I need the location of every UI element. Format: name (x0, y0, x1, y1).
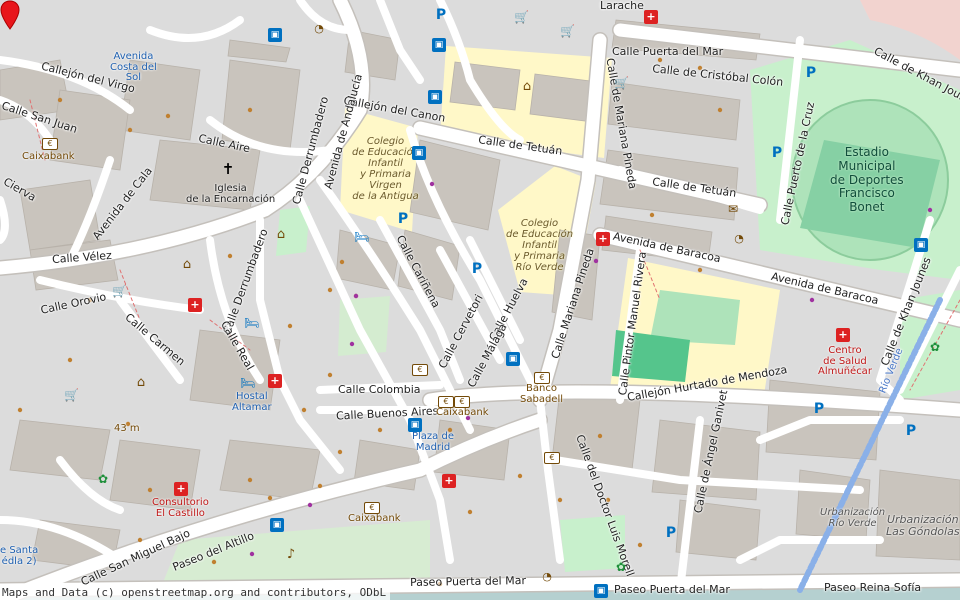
poi-plaza-madrid: Plaza de Madrid (412, 431, 454, 453)
shop-icon[interactable]: 🛒 (614, 76, 629, 90)
parking-icon[interactable]: P (664, 526, 678, 540)
bus-stop-icon[interactable]: ▣ (594, 584, 608, 598)
museum-icon[interactable]: ⌂ (520, 80, 534, 94)
poi-hostal-altamar: Hostal Altamar (232, 391, 272, 413)
bank-icon[interactable]: € (544, 452, 560, 464)
map-attribution[interactable]: Maps and Data (c) openstreetmap.org and … (0, 585, 391, 600)
elevation-label: 43 m (114, 423, 140, 434)
street-label: Calle Colombia (338, 383, 421, 396)
museum-icon[interactable]: ⌂ (134, 376, 148, 390)
bank-icon[interactable]: € (438, 396, 454, 408)
poi-urbanizacion-rioverde: Urbanización Río Verde (820, 507, 886, 529)
bank-icon[interactable]: € (454, 396, 470, 408)
hospital-icon[interactable]: + (174, 482, 188, 496)
post-office-icon[interactable]: ✉ (726, 202, 740, 216)
bank-icon[interactable]: € (412, 364, 428, 376)
location-pin-icon[interactable] (0, 0, 20, 30)
museum-icon[interactable]: ⌂ (180, 258, 194, 272)
poi-urbanizacion-gondolas: Urbanización Las Góndolas (886, 513, 960, 538)
bus-stop-icon[interactable]: ▣ (408, 418, 422, 432)
music-venue-icon[interactable]: ♪ (284, 548, 298, 562)
street-label: Paseo Puerta del Mar (409, 573, 527, 590)
bus-stop-icon[interactable]: ▣ (914, 238, 928, 252)
poi-caixabank: Caixabank (22, 151, 75, 162)
fountain-icon[interactable]: ◔ (312, 22, 326, 36)
playground-icon[interactable]: ✿ (928, 340, 942, 354)
poi-caixabank: Caixabank (348, 513, 401, 524)
school-label-antigua: Colegio de Educación Infantil y Primaria… (352, 136, 420, 202)
street-label: Larache (600, 0, 644, 12)
school-label-rioverde: Colegio de Educación Infantil y Primaria… (506, 218, 574, 273)
fountain-icon[interactable]: ◔ (540, 570, 554, 584)
parking-icon[interactable]: P (812, 402, 826, 416)
poi-iglesia-encarnacion: Iglesia de la Encarnación (186, 183, 276, 205)
bus-stop-icon[interactable]: ▣ (432, 38, 446, 52)
street-label: Paseo Puerta del Mar (614, 583, 730, 596)
map-canvas[interactable]: Calle Puerta del Mar Calle de Cristóbal … (0, 0, 960, 600)
hotel-icon[interactable]: 🛏 (244, 316, 259, 330)
parking-icon[interactable]: P (904, 424, 918, 438)
pharmacy-icon[interactable]: + (188, 298, 202, 312)
playground-icon[interactable]: ✿ (96, 472, 110, 486)
museum-icon[interactable]: ⌂ (274, 228, 288, 242)
street-label: Calle Puerta del Mar (612, 45, 724, 58)
poi-consultorio: Consultorio El Castillo (152, 497, 209, 519)
shop-icon[interactable]: 🛒 (514, 10, 529, 24)
bus-stop-icon[interactable]: ▣ (412, 146, 426, 160)
shop-icon[interactable]: 🛒 (112, 284, 127, 298)
bus-stop-icon[interactable]: ▣ (506, 352, 520, 366)
poi-santa: e Santa édla 2) (0, 545, 39, 567)
poi-banco-sabadell: Banco Sabadell (520, 383, 564, 405)
shop-icon[interactable]: 🛒 (560, 24, 575, 38)
playground-icon[interactable]: ✿ (614, 560, 628, 574)
pharmacy-icon[interactable]: + (268, 374, 282, 388)
bus-stop-icon[interactable]: ▣ (268, 28, 282, 42)
parking-icon[interactable]: P (396, 212, 410, 226)
parking-icon[interactable]: P (804, 66, 818, 80)
poi-avenida-costa-del-sol: Avenida Costa del Sol (110, 51, 157, 83)
parking-icon[interactable]: P (770, 146, 784, 160)
shop-icon[interactable]: 🛒 (64, 388, 79, 402)
bus-stop-icon[interactable]: ▣ (428, 90, 442, 104)
pharmacy-icon[interactable]: + (442, 474, 456, 488)
stadium-label: Estadio Municipal de Deportes Francisco … (830, 145, 904, 215)
pharmacy-icon[interactable]: + (644, 10, 658, 24)
parking-icon[interactable]: P (470, 262, 484, 276)
hotel-icon[interactable]: 🛏 (354, 230, 369, 244)
bank-icon[interactable]: € (534, 372, 550, 384)
poi-caixabank: Caixabank (436, 407, 489, 418)
poi-centro-salud: Centro de Salud Almuñécar (818, 345, 872, 377)
pharmacy-icon[interactable]: + (596, 232, 610, 246)
fountain-icon[interactable]: ◔ (732, 232, 746, 246)
bank-icon[interactable]: € (364, 502, 380, 514)
parking-icon[interactable]: P (434, 8, 448, 22)
street-label: Paseo Reina Sofía (824, 581, 922, 594)
hospital-icon[interactable]: + (836, 328, 850, 342)
church-icon[interactable]: ✝ (221, 162, 235, 177)
bank-icon[interactable]: € (42, 138, 58, 150)
hotel-icon[interactable]: 🛏 (240, 376, 255, 390)
bus-stop-icon[interactable]: ▣ (270, 518, 284, 532)
